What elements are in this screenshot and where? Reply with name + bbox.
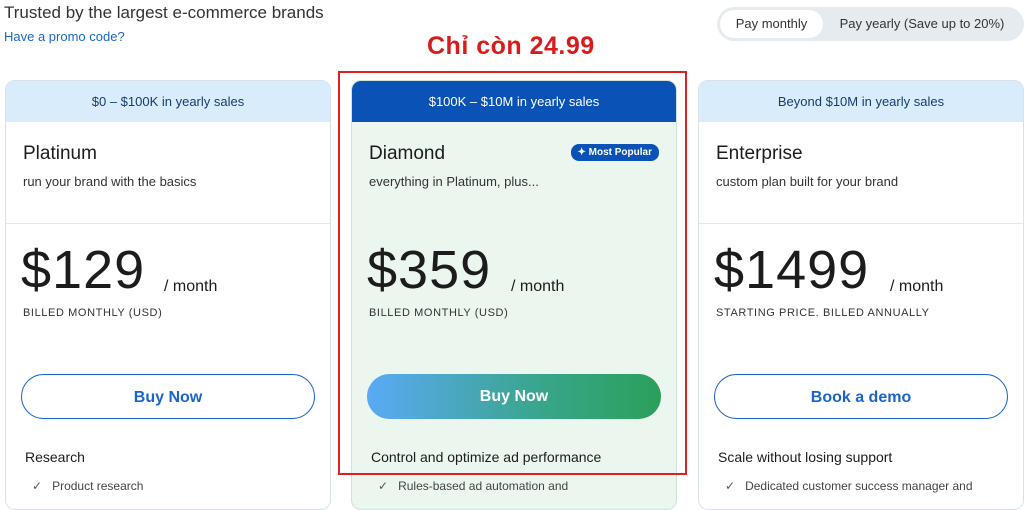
pay-yearly-option[interactable]: Pay yearly (Save up to 20%) [823,10,1021,38]
promo-annotation: Chỉ còn 24.99 [427,32,595,60]
promo-code-link[interactable]: Have a promo code? [4,29,125,44]
trusted-by-text: Trusted by the largest e-commerce brands [4,3,324,22]
feature-item: ✓ Rules-based ad automation and [378,479,569,493]
plan-card-diamond: $100K – $10M in yearly sales Diamond ✦ M… [351,80,677,510]
feature-item: ✓ Dedicated customer success manager and [725,479,973,493]
plan-price: $129 [21,240,146,300]
price-period: / month [511,278,565,295]
book-demo-button[interactable]: Book a demo [714,374,1008,419]
divider [699,223,1023,224]
plan-description: run your brand with the basics [23,174,197,189]
billing-note: BILLED MONTHLY (USD) [23,307,163,319]
check-icon: ✓ [725,479,736,493]
features-heading: Research [25,449,85,465]
plan-price: $1499 [714,240,870,300]
billing-period-toggle[interactable]: Pay monthly Pay yearly (Save up to 20%) [717,7,1024,41]
features-heading: Scale without losing support [718,449,893,465]
plan-card-platinum: $0 – $100K in yearly sales Platinum run … [5,80,331,510]
check-icon: ✓ [32,479,43,493]
feature-item: ✓ Product research [32,479,144,493]
buy-now-button[interactable]: Buy Now [21,374,315,419]
plan-name: Platinum [23,143,97,164]
plan-name: Enterprise [716,143,803,164]
plan-sales-band: Beyond $10M in yearly sales [699,81,1023,122]
billing-note: STARTING PRICE. BILLED ANNUALLY [716,307,930,319]
pay-monthly-option[interactable]: Pay monthly [720,10,823,38]
plan-price: $359 [367,240,492,300]
billing-note: BILLED MONTHLY (USD) [369,307,509,319]
plan-name: Diamond [369,143,446,164]
plan-description: custom plan built for your brand [716,174,899,189]
most-popular-badge: ✦ Most Popular [571,144,659,161]
sparkle-icon: ✦ [577,147,586,158]
plan-sales-band: $0 – $100K in yearly sales [6,81,330,122]
price-period: / month [164,278,218,295]
price-period: / month [890,278,944,295]
divider [6,223,330,224]
buy-now-button[interactable]: Buy Now [367,374,661,419]
features-heading: Control and optimize ad performance [371,449,602,465]
check-icon: ✓ [378,479,389,493]
plan-description: everything in Platinum, plus... [369,174,539,189]
plan-card-enterprise: Beyond $10M in yearly sales Enterprise c… [698,80,1024,510]
plan-sales-band: $100K – $10M in yearly sales [352,81,676,122]
